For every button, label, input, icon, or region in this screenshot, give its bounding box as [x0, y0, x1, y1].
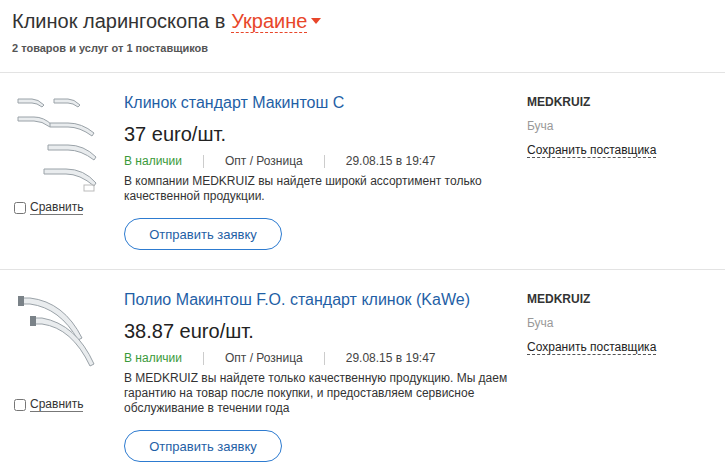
product-info: Полио Макинтош F.O. стандарт клинок (KaW… — [124, 290, 527, 462]
send-request-button[interactable]: Отправить заявку — [124, 430, 282, 462]
product-meta: В наличии Опт / Розница 29.08.15 в 19:47 — [124, 351, 511, 365]
product-description: В компании MEDKRUIZ вы найдете широкй ас… — [124, 174, 511, 204]
results-count: 2 товаров и услуг от 1 поставщиков — [12, 42, 713, 54]
product-image-column: Сравнить — [0, 290, 124, 462]
supplier-name: MEDKRUIZ — [527, 95, 725, 109]
blade-pair-icon — [14, 290, 100, 390]
supplier-city: Буча — [527, 119, 725, 133]
update-date: 29.08.15 в 19:47 — [346, 351, 436, 365]
product-image-column: Сравнить — [0, 93, 124, 250]
product-title[interactable]: Клинок стандарт Макинтош С — [124, 93, 511, 113]
product-title[interactable]: Полио Макинтош F.O. стандарт клинок (KaW… — [124, 290, 511, 310]
separator — [324, 155, 325, 168]
availability: В наличии — [124, 154, 182, 168]
compare-toggle[interactable]: Сравнить — [14, 201, 124, 215]
supplier-info: MEDKRUIZ Буча Сохранить поставщика — [527, 290, 725, 462]
compare-label[interactable]: Сравнить — [30, 201, 83, 215]
send-request-button[interactable]: Отправить заявку — [124, 218, 282, 250]
product-description: В MEDKRUIZ вы найдете только качественну… — [124, 371, 511, 416]
compare-label[interactable]: Сравнить — [30, 398, 83, 412]
separator — [203, 155, 204, 168]
trade-type: Опт / Розница — [225, 351, 303, 365]
product-row: Сравнить Полио Макинтош F.O. стандарт кли… — [0, 270, 725, 468]
product-row: Сравнить Клинок стандарт Макинтош С 37 eur… — [0, 73, 725, 270]
product-price: 38.87 euro/шт. — [124, 319, 511, 343]
product-meta: В наличии Опт / Розница 29.08.15 в 19:47 — [124, 154, 511, 168]
trade-type: Опт / Розница — [225, 154, 303, 168]
separator — [203, 352, 204, 365]
compare-checkbox[interactable] — [14, 202, 26, 214]
blade-set-icon — [14, 93, 100, 193]
page-title: Клинок ларингоскопа вУкраине — [12, 9, 713, 33]
product-info: Клинок стандарт Макинтош С 37 euro/шт. В н… — [124, 93, 527, 250]
dropdown-icon[interactable] — [311, 18, 321, 24]
page: Клинок ларингоскопа вУкраине 2 товаров и … — [0, 0, 725, 468]
separator — [324, 352, 325, 365]
header: Клинок ларингоскопа вУкраине 2 товаров и … — [0, 0, 725, 73]
compare-toggle[interactable]: Сравнить — [14, 398, 124, 412]
supplier-name: MEDKRUIZ — [527, 292, 725, 306]
availability: В наличии — [124, 351, 182, 365]
save-supplier-link[interactable]: Сохранить поставщика — [527, 340, 656, 355]
update-date: 29.08.15 в 19:47 — [346, 154, 436, 168]
region-selector[interactable]: Украине — [231, 10, 307, 33]
product-price: 37 euro/шт. — [124, 122, 511, 146]
save-supplier-link[interactable]: Сохранить поставщика — [527, 143, 656, 158]
supplier-city: Буча — [527, 316, 725, 330]
compare-checkbox[interactable] — [14, 399, 26, 411]
supplier-info: MEDKRUIZ Буча Сохранить поставщика — [527, 93, 725, 250]
